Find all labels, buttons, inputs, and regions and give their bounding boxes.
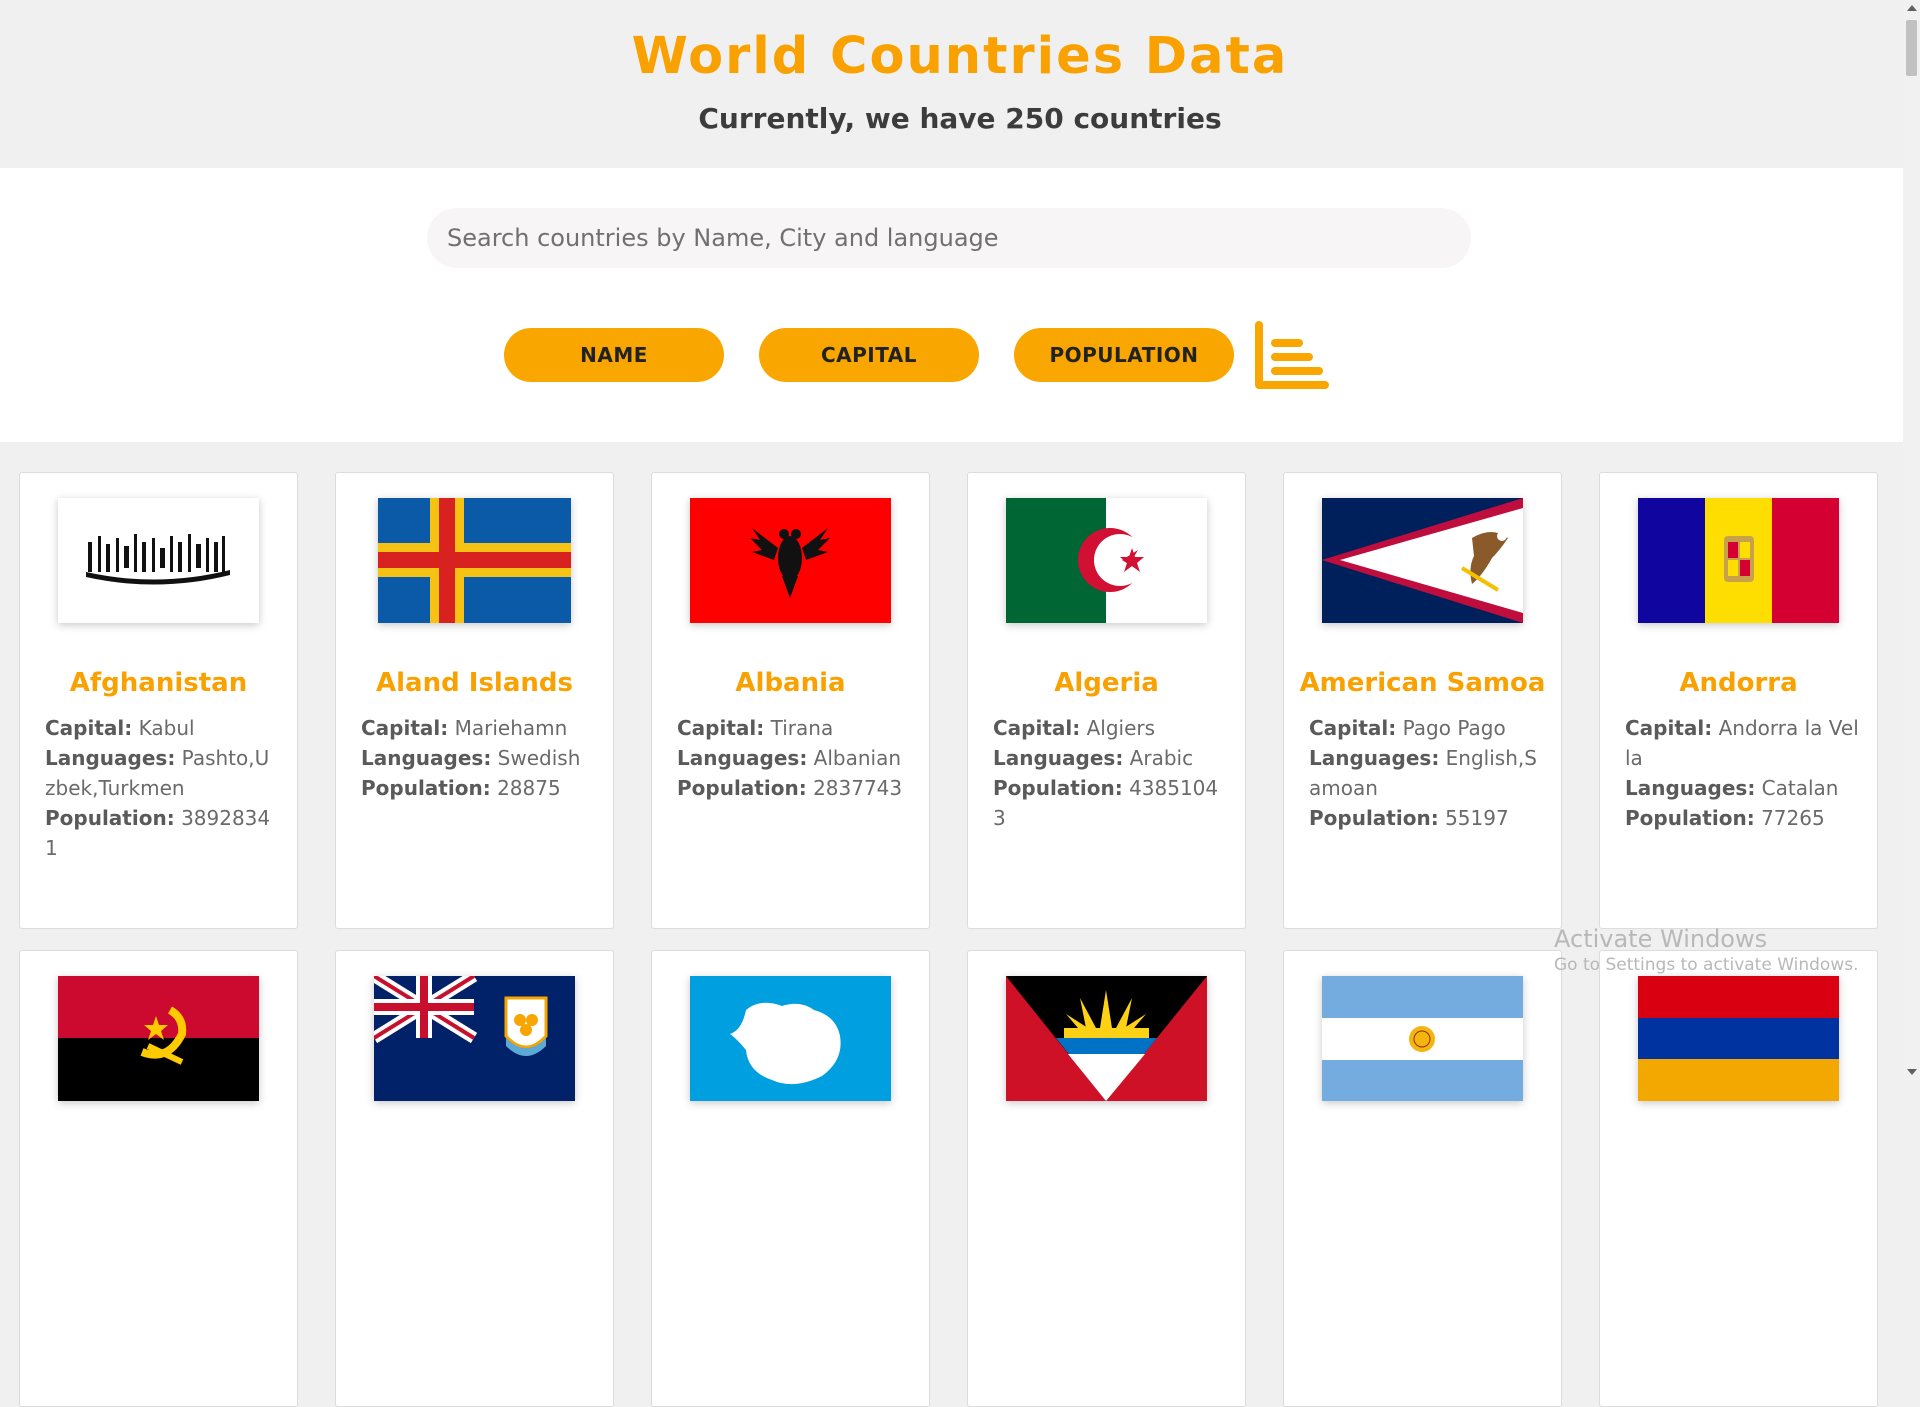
sort-by-name-button[interactable]: NAME [504,328,724,382]
population-value: 28875 [497,776,561,800]
aland-flag [378,498,571,623]
armenia-flag [1638,976,1839,1101]
scrollbar-thumb[interactable] [1906,20,1917,76]
country-count-subtitle: Currently, we have 250 countries [698,102,1222,135]
population-value: 2837743 [813,776,903,800]
country-name: Aland Islands [376,668,573,698]
languages-label: Languages: [993,746,1124,770]
country-card[interactable]: Andorra Capital: Andorra la Vella Langua… [1599,472,1878,929]
vertical-scrollbar[interactable] [1903,0,1920,1080]
albania-flag [690,498,891,623]
population-label: Population: [45,806,175,830]
sort-by-capital-button[interactable]: CAPITAL [759,328,979,382]
capital-value: Tirana [770,716,834,740]
capital-value: Pago Pago [1402,716,1506,740]
capital-value: Kabul [138,716,195,740]
country-details: Capital: Mariehamn Languages: Swedish Po… [361,713,595,803]
languages-value: Catalan [1761,776,1839,800]
page-title: World Countries Data [631,27,1289,86]
country-card[interactable] [1283,950,1562,1407]
bar-chart-icon[interactable] [1253,321,1329,391]
languages-label: Languages: [361,746,492,770]
capital-label: Capital: [1625,716,1713,740]
capital-label: Capital: [361,716,449,740]
languages-value: Swedish [497,746,581,770]
country-card[interactable] [1599,950,1878,1407]
capital-label: Capital: [1309,716,1397,740]
country-card[interactable]: Algeria Capital: Algiers Languages: Arab… [967,472,1246,929]
country-card[interactable]: American Samoa Capital: Pago Pago Langua… [1283,472,1562,929]
country-card[interactable]: Aland Islands Capital: Mariehamn Languag… [335,472,614,929]
country-details: Capital: Andorra la Vella Languages: Cat… [1625,713,1859,833]
argentina-flag [1322,976,1523,1101]
languages-label: Languages: [677,746,808,770]
capital-label: Capital: [45,716,133,740]
population-label: Population: [1625,806,1755,830]
country-details: Capital: Algiers Languages: Arabic Popul… [993,713,1227,833]
american-samoa-flag [1322,498,1523,623]
afghanistan-flag [58,498,259,623]
population-label: Population: [1309,806,1439,830]
page-header: World Countries Data Currently, we have … [0,0,1920,168]
country-details: Capital: Pago Pago Languages: English,Sa… [1309,713,1543,833]
sort-by-population-button[interactable]: POPULATION [1014,328,1234,382]
country-name: Afghanistan [69,668,248,698]
languages-value: Albanian [813,746,902,770]
country-card[interactable] [335,950,614,1407]
controls-panel: NAME CAPITAL POPULATION [0,168,1920,442]
antarctica-flag [690,976,891,1101]
population-label: Population: [361,776,491,800]
languages-label: Languages: [45,746,176,770]
country-name: American Samoa [1299,668,1546,698]
capital-value: Mariehamn [454,716,568,740]
population-label: Population: [993,776,1123,800]
andorra-flag [1638,498,1839,623]
country-name: Albania [735,668,846,698]
country-details: Capital: Kabul Languages: Pashto,Uzbek,T… [45,713,279,863]
country-card[interactable] [19,950,298,1407]
languages-label: Languages: [1309,746,1440,770]
activate-windows-watermark: Activate Windows Go to Settings to activ… [1554,924,1859,976]
population-value: 55197 [1445,806,1509,830]
country-name: Andorra [1679,668,1798,698]
watermark-line1: Activate Windows [1554,925,1768,953]
angola-flag [58,976,259,1101]
scroll-up-icon[interactable] [1907,5,1917,11]
country-name: Algeria [1054,668,1159,698]
country-card[interactable]: Afghanistan Capital: Kabul Languages: Pa… [19,472,298,929]
watermark-line2: Go to Settings to activate Windows. [1554,955,1859,975]
country-card[interactable] [967,950,1246,1407]
capital-label: Capital: [993,716,1081,740]
algeria-flag [1006,498,1207,623]
antigua-flag [1006,976,1207,1101]
search-bar[interactable] [427,208,1471,268]
capital-label: Capital: [677,716,765,740]
population-label: Population: [677,776,807,800]
anguilla-flag [374,976,575,1101]
search-input[interactable] [445,223,1471,253]
country-card[interactable]: Albania Capital: Tirana Languages: Alban… [651,472,930,929]
population-value: 77265 [1761,806,1825,830]
languages-value: Arabic [1129,746,1194,770]
country-card[interactable] [651,950,930,1407]
capital-value: Algiers [1086,716,1156,740]
languages-label: Languages: [1625,776,1756,800]
scroll-down-icon[interactable] [1907,1069,1917,1075]
country-details: Capital: Tirana Languages: Albanian Popu… [677,713,911,803]
